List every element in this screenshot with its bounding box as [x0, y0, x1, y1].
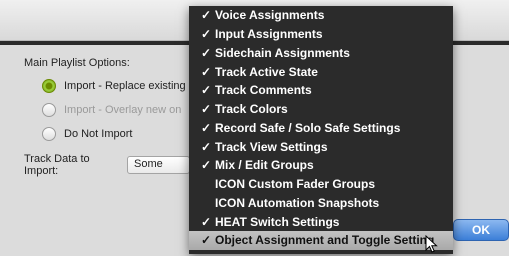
- menu-item-track-comments[interactable]: ✓ Track Comments: [189, 81, 453, 100]
- check-icon: ✓: [201, 45, 212, 60]
- menu-item-label: Voice Assignments: [215, 8, 325, 23]
- menu-item-label: Track Active State: [215, 64, 318, 79]
- menu-item-label: Mix / Edit Groups: [215, 158, 314, 173]
- option-import-overlay: Import - Overlay new on: [42, 103, 181, 117]
- menu-item-icon-automation-snapshots[interactable]: ICON Automation Snapshots: [189, 194, 453, 213]
- mouse-cursor-icon: [425, 235, 438, 253]
- check-icon: ✓: [201, 214, 212, 229]
- menu-item-label: Record Safe / Solo Safe Settings: [215, 120, 401, 135]
- option-do-not-import[interactable]: Do Not Import: [42, 127, 132, 141]
- menu-item-label: Track Colors: [215, 102, 288, 117]
- menu-item-label: ICON Custom Fader Groups: [215, 177, 376, 192]
- option-import-replace[interactable]: Import - Replace existing: [42, 79, 186, 93]
- track-data-select[interactable]: Some: [126, 156, 190, 174]
- menu-item-label: Track Comments: [215, 83, 312, 98]
- menu-item-label: ICON Automation Snapshots: [215, 195, 380, 210]
- check-icon: ✓: [201, 8, 212, 23]
- check-icon: ✓: [201, 102, 212, 117]
- menu-item-icon-custom-fader-groups[interactable]: ICON Custom Fader Groups: [189, 175, 453, 194]
- track-data-label: Track Data to Import:: [24, 153, 90, 177]
- check-icon: ✓: [201, 27, 212, 42]
- option-import-overlay-label: Import - Overlay new on: [64, 104, 182, 116]
- menu-item-voice-assignments[interactable]: ✓ Voice Assignments: [189, 6, 453, 25]
- menu-item-track-colors[interactable]: ✓ Track Colors: [189, 100, 453, 119]
- menu-item-heat-switch-settings[interactable]: ✓ HEAT Switch Settings: [189, 212, 453, 231]
- main-playlist-options-label: Main Playlist Options:: [24, 57, 130, 69]
- menu-item-mix-edit-groups[interactable]: ✓ Mix / Edit Groups: [189, 156, 453, 175]
- check-icon: ✓: [201, 139, 212, 154]
- menu-item-label: Object Assignment and Toggle Setting: [215, 233, 435, 248]
- menu-item-label: Track View Settings: [215, 139, 328, 154]
- menu-item-track-view-settings[interactable]: ✓ Track View Settings: [189, 137, 453, 156]
- menu-item-record-safe-solo-safe[interactable]: ✓ Record Safe / Solo Safe Settings: [189, 119, 453, 138]
- check-icon: ✓: [201, 158, 212, 173]
- radio-import-overlay: [42, 103, 56, 117]
- radio-do-not-import[interactable]: [42, 127, 56, 141]
- playlist-options-panel: Main Playlist Options: Import - Replace …: [0, 45, 190, 256]
- track-data-row: Track Data to Import: Some: [24, 153, 190, 177]
- menu-item-input-assignments[interactable]: ✓ Input Assignments: [189, 25, 453, 44]
- menu-item-track-active-state[interactable]: ✓ Track Active State: [189, 62, 453, 81]
- check-icon: ✓: [201, 83, 212, 98]
- track-data-menu: ✓ Voice Assignments ✓ Input Assignments ✓ S…: [189, 6, 453, 254]
- ok-button[interactable]: OK: [453, 219, 509, 241]
- option-do-not-import-label: Do Not Import: [64, 128, 133, 140]
- menu-item-sidechain-assignments[interactable]: ✓ Sidechain Assignments: [189, 44, 453, 63]
- radio-import-replace[interactable]: [42, 79, 56, 93]
- menu-item-object-assignment-toggle[interactable]: ✓ Object Assignment and Toggle Setting: [189, 231, 453, 250]
- check-icon: ✓: [201, 233, 212, 248]
- option-import-replace-label: Import - Replace existing: [64, 80, 186, 92]
- check-icon: ✓: [201, 120, 212, 135]
- menu-item-label: HEAT Switch Settings: [215, 214, 340, 229]
- menu-item-label: Input Assignments: [215, 27, 323, 42]
- menu-item-label: Sidechain Assignments: [215, 45, 350, 60]
- check-icon: ✓: [201, 64, 212, 79]
